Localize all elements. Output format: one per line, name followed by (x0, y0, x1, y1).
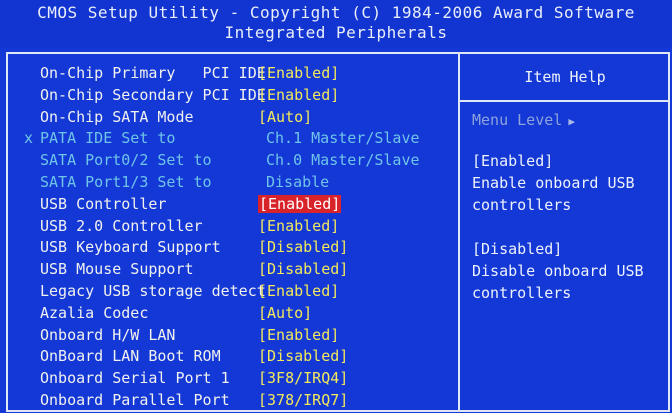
setting-label: USB Controller (40, 194, 167, 213)
setting-label: Legacy USB storage detect (40, 282, 266, 300)
unavailable-marker: x (24, 129, 34, 148)
setting-value[interactable]: [Disabled] (258, 260, 348, 278)
item-help-title: Item Help (524, 68, 606, 86)
page-title: Integrated Peripherals (224, 23, 448, 42)
setting-label: USB Keyboard Support (40, 238, 221, 257)
setting-row[interactable]: On-Chip Secondary PCI IDE [Enabled] (24, 86, 454, 108)
setting-row[interactable]: USB Controller [Enabled] (24, 194, 454, 217)
setting-value: Disable (266, 173, 330, 191)
setting-label: USB Mouse Support (40, 260, 194, 279)
setting-label: Onboard Parallel Port (40, 391, 230, 409)
setting-row[interactable]: USB Mouse Support [Disabled] (24, 260, 454, 282)
setting-row[interactable]: OnBoard LAN Boot ROM [Disabled] (24, 347, 454, 369)
setting-label: Onboard Serial Port 1 (40, 369, 230, 388)
setting-label: USB 2.0 Controller (40, 216, 203, 235)
setting-row[interactable]: Azalia Codec [Auto] (24, 304, 454, 326)
setting-label: Azalia Codec (40, 303, 149, 322)
setting-value[interactable]: [3F8/IRQ4] (258, 369, 348, 387)
help-line: Disable onboard USB (472, 262, 644, 280)
menu-level-label: Menu Level (472, 111, 563, 129)
setting-label: PATA IDE Set to (40, 129, 176, 148)
setting-row[interactable]: On-Chip SATA Mode [Auto] (24, 108, 454, 130)
setting-value[interactable]: [Disabled] (258, 238, 348, 256)
setting-label: On-Chip Secondary PCI IDE (40, 85, 266, 104)
title-bar: CMOS Setup Utility - Copyright (C) 1984-… (0, 0, 672, 48)
help-line: Enable onboard USB (472, 174, 635, 192)
setting-value[interactable]: [Enabled] (258, 64, 339, 82)
help-line: controllers (472, 284, 572, 302)
panel-divider (458, 52, 460, 412)
setting-row[interactable]: Onboard H/W LAN [Enabled] (24, 326, 454, 348)
help-line: [Disabled] (472, 240, 563, 258)
help-separator (460, 100, 670, 102)
setting-value: Ch.0 Master/Slave (266, 151, 420, 170)
setting-value[interactable]: [Disabled] (258, 347, 348, 365)
setting-row: SATA Port1/3 Set to Disable (24, 173, 454, 195)
menu-level-arrow-icon: ▶ (568, 115, 575, 128)
setting-row[interactable]: USB 2.0 Controller [Enabled] (24, 217, 454, 239)
setting-value[interactable]: [Enabled] (258, 326, 339, 344)
setting-value[interactable]: [Enabled] (258, 194, 342, 213)
setting-row[interactable]: Onboard Parallel Port [378/IRQ7] (24, 391, 454, 413)
setting-value[interactable]: [Enabled] (258, 217, 339, 235)
setting-label: SATA Port1/3 Set to (40, 173, 212, 191)
setting-row: SATA Port0/2 Set to Ch.0 Master/Slave (24, 151, 454, 173)
setting-value[interactable]: [Auto] (258, 108, 312, 126)
menu-level: Menu Level ▶ (472, 111, 575, 129)
setting-value[interactable]: [Enabled] (258, 86, 339, 104)
setting-row[interactable]: On-Chip Primary PCI IDE [Enabled] (24, 64, 454, 86)
setting-value: Ch.1 Master/Slave (266, 129, 420, 148)
setting-label: SATA Port0/2 Set to (40, 151, 212, 170)
setting-row[interactable]: USB Keyboard Support [Disabled] (24, 238, 454, 260)
setting-row: x PATA IDE Set to Ch.1 Master/Slave (24, 129, 454, 151)
setting-row[interactable]: Legacy USB storage detect [Enabled] (24, 282, 454, 304)
help-line: controllers (472, 196, 572, 214)
help-line: [Enabled] (472, 152, 554, 170)
setting-label: On-Chip SATA Mode (40, 107, 194, 126)
copyright-title: CMOS Setup Utility - Copyright (C) 1984-… (37, 3, 635, 22)
setting-label: On-Chip Primary PCI IDE (40, 64, 266, 82)
setting-label: OnBoard LAN Boot ROM (40, 347, 221, 366)
setting-row[interactable]: Onboard Serial Port 1 [3F8/IRQ4] (24, 369, 454, 391)
setting-label: Onboard H/W LAN (40, 325, 176, 344)
setting-value[interactable]: [Enabled] (258, 282, 339, 300)
setting-value[interactable]: [Auto] (258, 304, 312, 322)
setting-value[interactable]: [378/IRQ7] (258, 391, 348, 409)
